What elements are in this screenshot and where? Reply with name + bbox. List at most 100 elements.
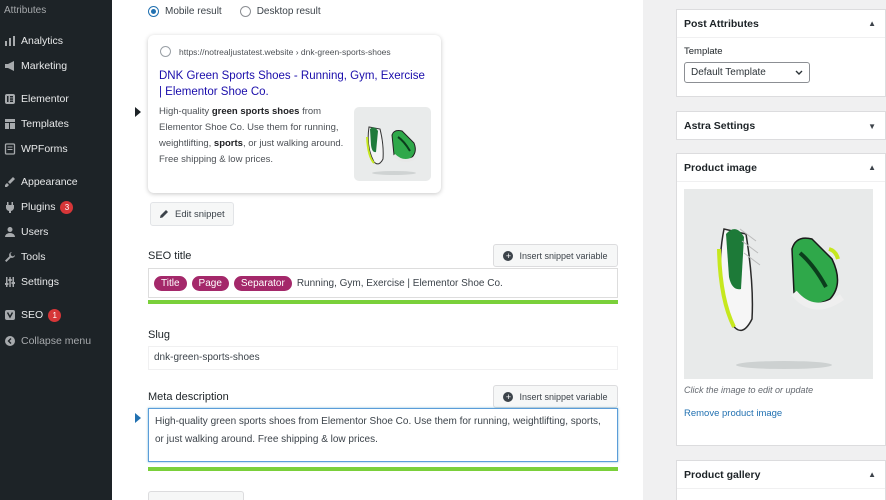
sidebar-item-label: Appearance: [21, 176, 78, 188]
slug-label: Slug: [148, 329, 171, 341]
admin-sidebar: Attributes Analytics Marketing Elementor…: [0, 0, 112, 500]
seo-title-length-progress: [148, 300, 618, 304]
desc-part: High-quality: [159, 106, 212, 117]
sidebar-item-tools[interactable]: Tools: [0, 246, 112, 268]
sidebar-item-label: Settings: [21, 276, 59, 288]
sidebar-item-users[interactable]: Users: [0, 221, 112, 243]
product-image-box: Product image ▲ Click the image to edit …: [676, 153, 886, 446]
desktop-result-label[interactable]: Desktop result: [257, 6, 321, 17]
desktop-result-radio[interactable]: [239, 6, 251, 17]
variable-pill-title[interactable]: Title: [154, 275, 187, 291]
seo-title-insert-variable-button[interactable]: + Insert snippet variable: [493, 244, 618, 267]
insert-variable-label: Insert snippet variable: [519, 250, 608, 261]
pencil-icon: [160, 210, 168, 218]
desc-keyword: sports: [213, 138, 243, 149]
edit-snippet-label: Edit snippet: [175, 208, 225, 220]
desc-keyword: green sports shoes: [211, 106, 300, 117]
focus-pointer-icon: [135, 413, 141, 423]
mobile-result-label[interactable]: Mobile result: [165, 6, 222, 17]
sidebar-item-label: Plugins: [21, 201, 56, 213]
sidebar-partial-item[interactable]: Attributes: [0, 0, 112, 24]
product-gallery-header[interactable]: Product gallery ▲: [677, 461, 885, 489]
sidebar-item-label: Marketing: [21, 60, 68, 72]
sidebar-item-wpforms[interactable]: WPForms: [0, 138, 112, 160]
serp-product-thumbnail: [354, 107, 431, 181]
template-select[interactable]: Default Template: [684, 62, 810, 83]
slug-input[interactable]: dnk-green-sports-shoes: [148, 346, 618, 370]
edit-snippet-button[interactable]: Edit snippet: [150, 202, 234, 226]
wpforms-icon: [3, 143, 16, 156]
preview-mode-toggle: Mobile result Desktop result: [148, 6, 333, 17]
elementor-icon: [3, 93, 16, 106]
variable-pill-separator[interactable]: Separator: [233, 275, 292, 291]
editor-sidebar: Post Attributes ▲ Template Default Templ…: [643, 0, 886, 500]
product-gallery-box: Product gallery ▲: [676, 460, 886, 500]
meta-description-label: Meta description: [148, 391, 229, 403]
sidebar-item-settings[interactable]: Settings: [0, 271, 112, 293]
serp-url: https://notrealjustatest.website › dnk-g…: [179, 46, 391, 57]
product-image-header[interactable]: Product image ▲: [677, 154, 885, 182]
sidebar-item-marketing[interactable]: Marketing: [0, 55, 112, 77]
collapse-up-icon[interactable]: ▲: [868, 19, 876, 28]
partially-visible-button[interactable]: [148, 491, 244, 500]
astra-settings-title: Astra Settings: [684, 120, 756, 132]
template-label: Template: [684, 46, 723, 57]
plugins-icon: [3, 201, 16, 214]
chevron-down-icon: [795, 70, 803, 75]
product-image-hint: Click the image to edit or update: [684, 385, 814, 395]
serp-title[interactable]: DNK Green Sports Shoes - Running, Gym, E…: [159, 68, 429, 100]
variable-pill-page[interactable]: Page: [191, 275, 229, 291]
sidebar-item-seo[interactable]: SEO 1: [0, 304, 112, 326]
serp-preview-card: https://notrealjustatest.website › dnk-g…: [148, 35, 441, 193]
serp-url-row: https://notrealjustatest.website › dnk-g…: [160, 46, 391, 57]
sidebar-item-templates[interactable]: Templates: [0, 113, 112, 135]
meta-description-length-progress: [148, 467, 618, 471]
seo-title-input[interactable]: Title Page Separator Running, Gym, Exerc…: [148, 268, 618, 298]
insert-variable-label: Insert snippet variable: [519, 391, 608, 402]
plus-circle-icon: +: [503, 250, 514, 261]
sidebar-item-label: Tools: [21, 251, 46, 263]
globe-icon: [160, 46, 171, 57]
post-attributes-header[interactable]: Post Attributes ▲: [677, 10, 885, 38]
astra-settings-box: Astra Settings ▼: [676, 111, 886, 140]
appearance-icon: [3, 176, 16, 189]
yoast-icon: [3, 309, 16, 322]
serp-description: High-quality green sports shoes from Ele…: [159, 104, 349, 168]
collapse-up-icon[interactable]: ▲: [868, 470, 876, 479]
seo-title-label: SEO title: [148, 250, 192, 262]
marketing-icon: [3, 60, 16, 73]
astra-settings-header[interactable]: Astra Settings ▼: [677, 112, 885, 140]
meta-description-insert-variable-button[interactable]: + Insert snippet variable: [493, 385, 618, 408]
remove-product-image-link[interactable]: Remove product image: [684, 408, 782, 419]
tools-icon: [3, 251, 16, 264]
seo-title-progress-fill: [148, 300, 618, 304]
template-select-value: Default Template: [691, 67, 766, 78]
expand-down-icon[interactable]: ▼: [868, 122, 876, 131]
seo-title-text: Running, Gym, Exercise | Elementor Shoe …: [296, 277, 503, 289]
product-image[interactable]: [684, 189, 873, 379]
mobile-result-radio[interactable]: [148, 6, 159, 17]
collapse-up-icon[interactable]: ▲: [868, 163, 876, 172]
sidebar-item-label: Analytics: [21, 35, 64, 47]
sidebar-item-analytics[interactable]: Analytics: [0, 30, 112, 52]
yoast-seo-panel: Mobile result Desktop result https://not…: [112, 0, 643, 500]
collapse-icon: [3, 335, 16, 348]
templates-icon: [3, 118, 16, 131]
sidebar-item-label: WPForms: [21, 143, 68, 155]
sidebar-item-label: SEO: [21, 309, 44, 321]
plus-circle-icon: +: [503, 391, 514, 402]
sidebar-item-label: Templates: [21, 118, 69, 130]
analytics-icon: [3, 35, 16, 48]
meta-description-progress-fill: [148, 467, 618, 471]
sidebar-item-appearance[interactable]: Appearance: [0, 171, 112, 193]
sidebar-item-elementor[interactable]: Elementor: [0, 88, 112, 110]
post-attributes-box: Post Attributes ▲ Template Default Templ…: [676, 9, 886, 97]
post-attributes-title: Post Attributes: [684, 17, 759, 30]
settings-icon: [3, 276, 16, 289]
meta-description-input[interactable]: High-quality green sports shoes from Ele…: [148, 408, 618, 462]
collapse-menu-button[interactable]: Collapse menu: [0, 330, 112, 352]
sidebar-item-label: Elementor: [21, 93, 69, 105]
sidebar-item-plugins[interactable]: Plugins 3: [0, 196, 112, 218]
seo-notification-badge: 1: [48, 308, 62, 322]
users-icon: [3, 226, 16, 239]
